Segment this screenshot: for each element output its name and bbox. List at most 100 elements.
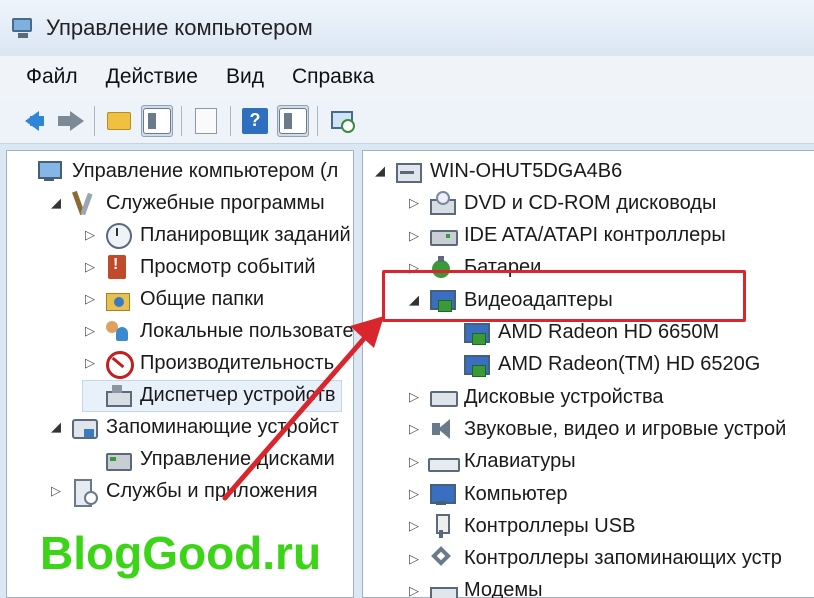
- device-tree-item[interactable]: ▷ DVD и CD-ROM дисководы: [406, 188, 716, 218]
- collapse-arrow-icon[interactable]: ◢: [48, 195, 64, 211]
- device-manager-icon: [104, 383, 132, 407]
- pc-icon: [428, 482, 456, 506]
- scan-hardware-button[interactable]: [326, 105, 358, 137]
- help-button[interactable]: ?: [239, 105, 271, 137]
- tree-item-label: Контроллеры запоминающих устр: [464, 547, 782, 570]
- toolbar: ?: [0, 98, 814, 144]
- tree-item-label: Локальные пользовате: [140, 319, 354, 342]
- help-icon: ?: [242, 107, 268, 134]
- tree-item-label: AMD Radeon HD 6650M: [498, 321, 720, 343]
- menu-file[interactable]: Файл: [26, 65, 78, 89]
- event-viewer-icon: [104, 255, 132, 279]
- console-tree-item[interactable]: Диспетчер устройств: [82, 380, 336, 410]
- expand-arrow-icon[interactable]: ▷: [82, 259, 98, 275]
- device-tree-item[interactable]: ▷ IDE ATA/ATAPI контроллеры: [406, 221, 726, 251]
- expand-arrow-icon[interactable]: ▷: [48, 483, 64, 499]
- tree-item-label: Службы и приложения: [106, 479, 318, 502]
- console-tree-item[interactable]: Управление дисками: [82, 444, 335, 474]
- video-adapter-icon: [462, 321, 490, 345]
- video-adapters-highlight-box: [382, 270, 746, 322]
- tree-item-label: AMD Radeon(TM) HD 6520G: [498, 353, 761, 376]
- clock-icon: [104, 223, 132, 249]
- expand-arrow-icon[interactable]: ▷: [406, 454, 422, 470]
- tree-item-label: IDE ATA/ATAPI контроллеры: [464, 224, 726, 247]
- console-tree-item[interactable]: ▷ Планировщик заданий: [82, 220, 351, 250]
- computer-icon: [36, 159, 64, 183]
- usb-icon: [428, 514, 456, 539]
- device-tree-item[interactable]: ▷ Клавиатуры: [406, 447, 576, 477]
- tree-item-label: Дисковые устройства: [464, 385, 664, 408]
- tree-item-label: Диспетчер устройств: [140, 383, 336, 406]
- console-tree-item[interactable]: ◢ Запоминающие устройст: [48, 412, 339, 442]
- users-icon: [104, 319, 132, 343]
- expand-arrow-icon[interactable]: ▷: [82, 227, 98, 243]
- computer-management-icon: [10, 16, 36, 40]
- storage-icon: [70, 415, 98, 439]
- expand-arrow-icon[interactable]: ▷: [406, 195, 422, 211]
- forward-button[interactable]: [54, 105, 86, 137]
- menu-help[interactable]: Справка: [292, 65, 374, 89]
- tree-item-label: Клавиатуры: [464, 450, 576, 473]
- tree-item-label: Управление дисками: [140, 447, 335, 470]
- expand-arrow-icon[interactable]: ▷: [406, 486, 422, 502]
- console-tree-item[interactable]: ▷ Просмотр событий: [82, 252, 316, 282]
- back-button[interactable]: [16, 105, 48, 137]
- tree-item-label: Запоминающие устройст: [106, 415, 340, 438]
- console-tree-item[interactable]: ▷ Службы и приложения: [48, 476, 318, 507]
- toolbar-separator: [317, 105, 318, 136]
- sound-icon: [428, 417, 456, 441]
- collapse-arrow-icon[interactable]: ◢: [48, 419, 64, 435]
- watermark-text: BlogGood.ru: [40, 527, 322, 579]
- toolbar-separator: [94, 105, 95, 136]
- ide-controller-icon: [428, 224, 458, 248]
- console-tree-item[interactable]: ▷ Производительность: [82, 348, 334, 379]
- device-tree-item[interactable]: ◢ WIN-OHUT5DGA4B6: [372, 156, 622, 186]
- device-tree-item[interactable]: ▷ Компьютер: [406, 479, 568, 509]
- tools-icon: [70, 191, 98, 215]
- tree-item-label: Компьютер: [464, 482, 568, 505]
- menu-view[interactable]: Вид: [226, 65, 264, 89]
- expand-arrow-icon[interactable]: ▷: [82, 291, 98, 307]
- performance-icon: [104, 351, 134, 379]
- show-hide-console-tree-button[interactable]: [141, 104, 173, 137]
- device-tree-item[interactable]: ▷ Контроллеры USB: [406, 511, 635, 541]
- show-hide-action-pane-button[interactable]: [277, 104, 309, 137]
- document-icon: [195, 107, 217, 134]
- console-tree-item[interactable]: ◢ Служебные программы: [48, 188, 325, 218]
- action-pane-icon: [279, 107, 307, 134]
- tree-item-label: Общие папки: [140, 287, 265, 310]
- shared-folder-icon: [104, 287, 132, 311]
- device-tree-item[interactable]: ▷ Дисковые устройства: [406, 382, 664, 412]
- services-icon: [70, 479, 98, 507]
- tree-item-label: WIN-OHUT5DGA4B6: [430, 159, 623, 182]
- device-tree-item[interactable]: AMD Radeon HD 6650M: [440, 318, 719, 348]
- expand-arrow-icon[interactable]: ▷: [406, 518, 422, 534]
- device-tree-item[interactable]: ▷ Контроллеры запоминающих устр: [406, 544, 782, 574]
- device-tree-item[interactable]: ▷ Звуковые, видео и игровые устрой: [406, 414, 786, 444]
- export-list-button[interactable]: [190, 105, 222, 137]
- disk-icon: [104, 447, 132, 471]
- tree-item-label: Звуковые, видео и игровые устрой: [464, 417, 787, 440]
- tree-item-label: Модемы: [464, 579, 543, 598]
- expand-arrow-icon[interactable]: ▷: [406, 421, 422, 437]
- console-tree-item[interactable]: Управление компьютером (л: [14, 156, 338, 186]
- collapse-arrow-icon[interactable]: ◢: [372, 163, 388, 179]
- dvd-drive-icon: [428, 191, 456, 216]
- modem-icon: [428, 579, 458, 598]
- title-bar[interactable]: Управление компьютером: [0, 0, 814, 56]
- console-tree-item[interactable]: ▷ Общие папки: [82, 284, 264, 314]
- up-level-button[interactable]: [103, 105, 135, 137]
- expand-arrow-icon[interactable]: ▷: [406, 551, 422, 567]
- expand-arrow-icon[interactable]: ▷: [82, 323, 98, 339]
- toolbar-separator: [181, 105, 182, 136]
- back-arrow-icon: [25, 110, 39, 131]
- console-tree-icon: [143, 107, 171, 134]
- device-tree-item[interactable]: ▷ Модемы: [406, 576, 543, 598]
- expand-arrow-icon[interactable]: ▷: [82, 355, 98, 371]
- expand-arrow-icon[interactable]: ▷: [406, 583, 422, 598]
- console-tree-item[interactable]: ▷ Локальные пользовате: [82, 316, 354, 346]
- menu-action[interactable]: Действие: [106, 65, 198, 89]
- device-tree-item[interactable]: AMD Radeon(TM) HD 6520G: [440, 350, 760, 380]
- expand-arrow-icon[interactable]: ▷: [406, 228, 422, 244]
- expand-arrow-icon[interactable]: ▷: [406, 389, 422, 405]
